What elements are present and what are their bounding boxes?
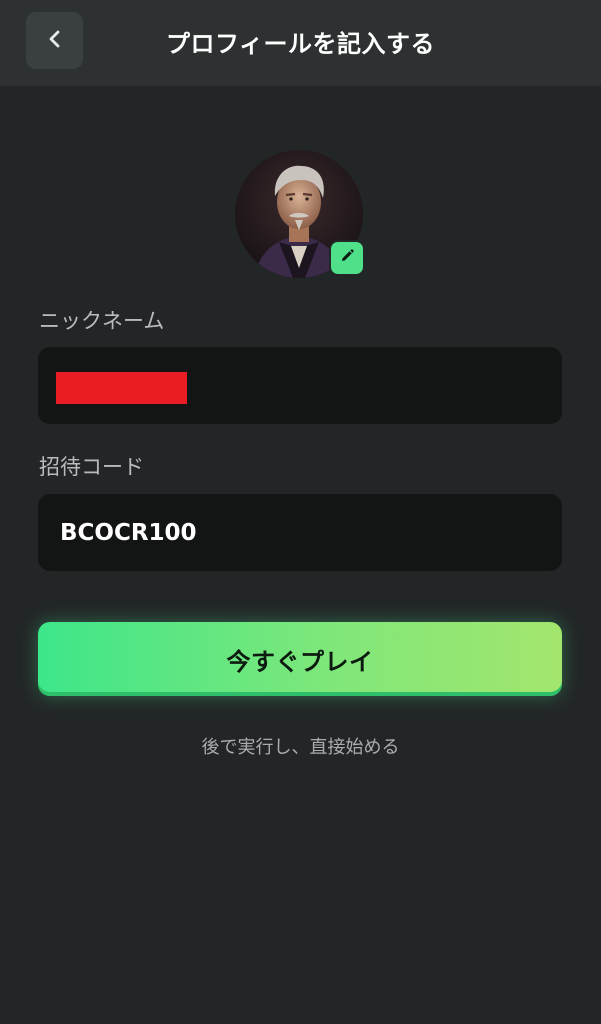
- invite-code-input[interactable]: [38, 494, 562, 571]
- skip-link[interactable]: 後で実行し、直接始める: [0, 733, 601, 759]
- redacted-nickname-block: [56, 372, 187, 404]
- invite-code-label: 招待コード: [39, 455, 144, 479]
- header-bar: プロフィールを記入する: [0, 0, 601, 86]
- nickname-label: ニックネーム: [39, 309, 165, 333]
- page-title: プロフィールを記入する: [165, 30, 436, 58]
- avatar-container: [235, 150, 365, 280]
- pencil-icon: [339, 248, 355, 268]
- edit-avatar-button[interactable]: [329, 240, 365, 276]
- play-now-button[interactable]: 今すぐプレイ: [38, 622, 562, 696]
